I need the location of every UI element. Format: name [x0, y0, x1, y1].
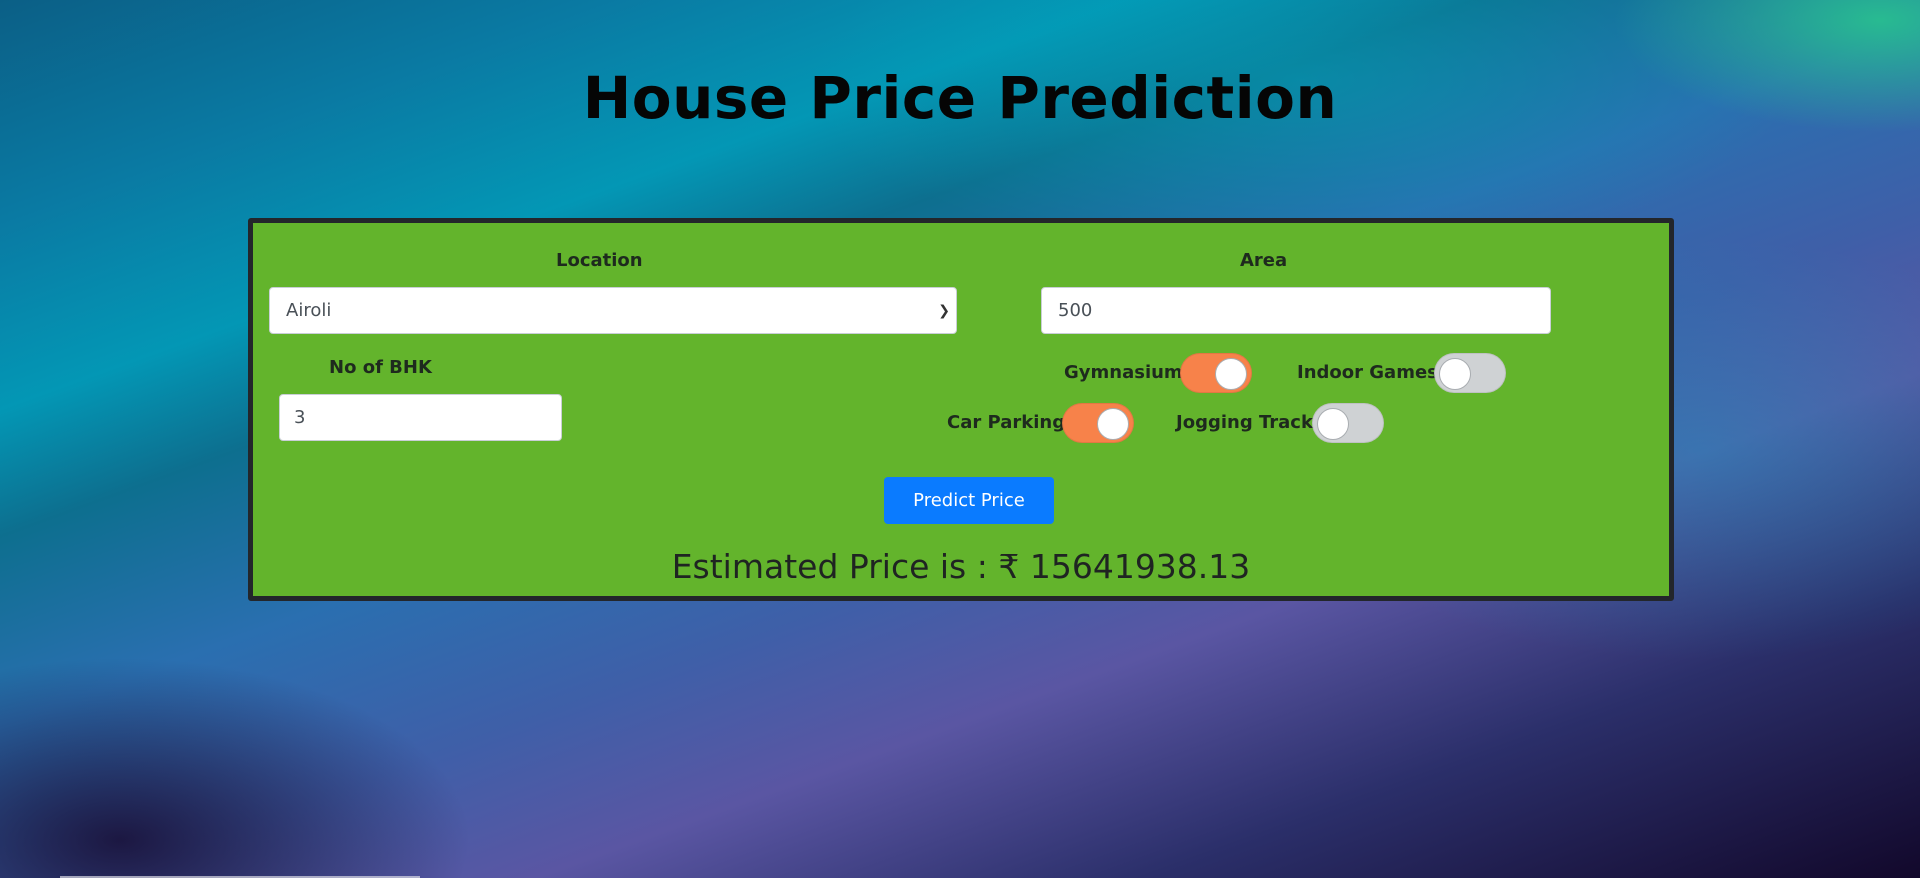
indoor-games-toggle[interactable]	[1434, 353, 1506, 393]
gymnasium-toggle[interactable]	[1180, 353, 1252, 393]
area-input[interactable]: 500	[1041, 287, 1551, 334]
bhk-input[interactable]: 3	[279, 394, 562, 441]
toggle-knob	[1097, 408, 1129, 440]
toggle-knob	[1215, 358, 1247, 390]
car-parking-label: Car Parking	[947, 412, 1066, 433]
jogging-track-toggle[interactable]	[1312, 403, 1384, 443]
estimated-price-result: Estimated Price is : ₹ 15641938.13	[671, 547, 1251, 586]
bhk-label: No of BHK	[329, 357, 432, 378]
prediction-form: Location Airoli ❯ Area 500 No of BHK 3 G…	[248, 218, 1674, 601]
location-label: Location	[556, 250, 643, 271]
chevron-down-icon: ❯	[938, 302, 950, 319]
predict-price-button[interactable]: Predict Price	[884, 477, 1054, 524]
indoor-games-label: Indoor Games	[1297, 362, 1438, 383]
bhk-input-value: 3	[294, 407, 306, 428]
toggle-knob	[1317, 408, 1349, 440]
location-select[interactable]: Airoli ❯	[269, 287, 957, 334]
jogging-track-label: Jogging Track	[1176, 412, 1313, 433]
area-label: Area	[1240, 250, 1288, 271]
area-input-value: 500	[1058, 300, 1093, 321]
page-title: House Price Prediction	[582, 64, 1338, 132]
toggle-knob	[1439, 358, 1471, 390]
gymnasium-label: Gymnasium	[1064, 362, 1183, 383]
location-selected-value: Airoli	[286, 300, 332, 321]
car-parking-toggle[interactable]	[1062, 403, 1134, 443]
